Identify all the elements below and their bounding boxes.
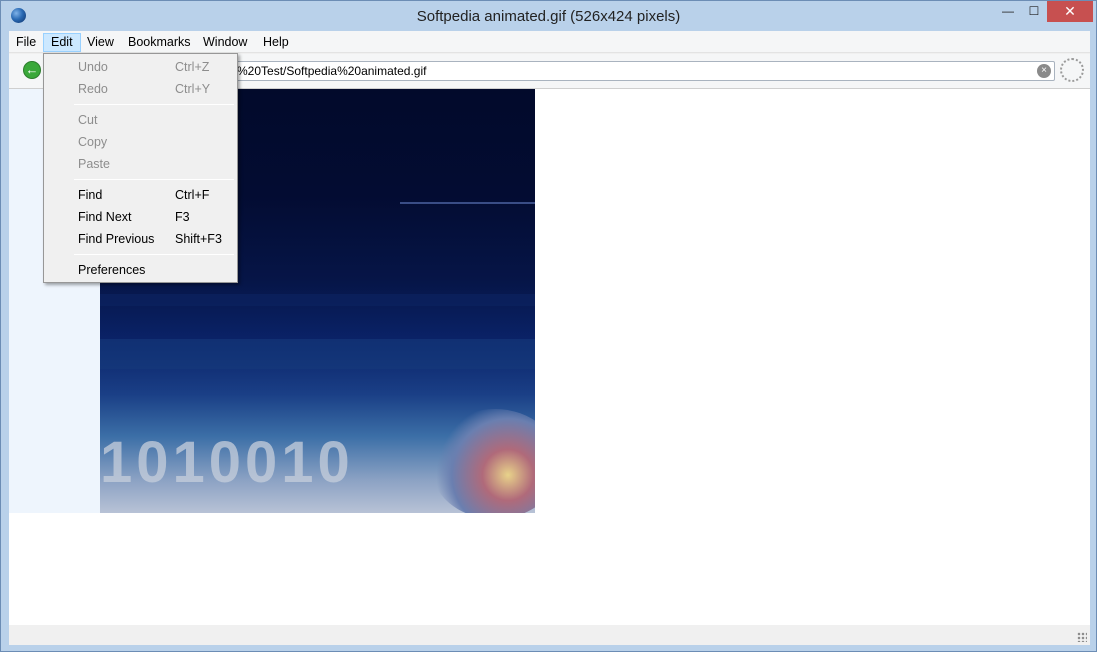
image-band	[100, 339, 535, 369]
menu-separator	[74, 179, 234, 180]
image-band	[100, 294, 535, 306]
menu-item-cut[interactable]: Cut	[44, 109, 237, 131]
menu-item-undo[interactable]: Undo Ctrl+Z	[44, 56, 237, 78]
menu-bookmarks[interactable]: Bookmarks	[121, 33, 198, 52]
menu-item-shortcut: Shift+F3	[175, 232, 222, 246]
menu-item-label: Find	[78, 188, 103, 202]
menu-item-preferences[interactable]: Preferences	[44, 259, 237, 281]
menu-item-shortcut: F3	[175, 210, 190, 224]
menu-item-shortcut: Ctrl+Z	[175, 60, 210, 74]
window-title: Softpedia animated.gif (526x424 pixels)	[416, 8, 681, 25]
back-arrow-icon[interactable]: ←	[23, 61, 41, 79]
menu-item-paste[interactable]: Paste	[44, 153, 237, 175]
menu-separator	[74, 104, 234, 105]
menu-separator	[74, 254, 234, 255]
image-binary-digits: 1010010	[100, 430, 354, 495]
menu-item-label: Cut	[78, 113, 98, 127]
menu-view[interactable]: View	[80, 33, 121, 52]
status-bar	[9, 625, 1090, 645]
address-text: %20Test/Softpedia%20animated.gif	[237, 64, 427, 78]
menu-item-label: Undo	[78, 60, 108, 74]
menu-item-find-previous[interactable]: Find Previous Shift+F3	[44, 228, 237, 250]
menu-item-shortcut: Ctrl+F	[175, 188, 210, 202]
menu-file[interactable]: File	[9, 33, 43, 52]
close-button[interactable]: ✕	[1047, 1, 1093, 22]
clear-icon[interactable]: ×	[1037, 64, 1051, 78]
resize-grip-icon[interactable]	[1077, 632, 1087, 642]
menu-help[interactable]: Help	[256, 33, 296, 52]
title-bar[interactable]: Softpedia animated.gif (526x424 pixels) …	[1, 1, 1096, 31]
loading-gear-icon[interactable]	[1060, 58, 1084, 82]
maximize-button[interactable]: ☐	[1021, 1, 1047, 22]
menu-item-find-next[interactable]: Find Next F3	[44, 206, 237, 228]
menu-window[interactable]: Window	[196, 33, 254, 52]
menu-item-label: Find Previous	[78, 232, 155, 246]
menu-item-redo[interactable]: Redo Ctrl+Y	[44, 78, 237, 100]
minimize-button[interactable]: —	[995, 1, 1021, 22]
menu-item-copy[interactable]: Copy	[44, 131, 237, 153]
menu-item-find[interactable]: Find Ctrl+F	[44, 184, 237, 206]
menu-item-label: Preferences	[78, 263, 146, 277]
menu-edit[interactable]: Edit	[43, 33, 81, 52]
image-swirl	[430, 409, 535, 513]
menu-item-label: Find Next	[78, 210, 132, 224]
menu-item-label: Copy	[78, 135, 108, 149]
menu-item-label: Redo	[78, 82, 108, 96]
menu-bar: File Edit View Bookmarks Window Help	[9, 31, 1090, 53]
menu-item-shortcut: Ctrl+Y	[175, 82, 211, 96]
edit-menu-dropdown: Undo Ctrl+Z Redo Ctrl+Y Cut Copy Paste F…	[43, 53, 238, 283]
image-streak	[400, 202, 535, 204]
menu-item-label: Paste	[78, 157, 110, 171]
app-window: Softpedia animated.gif (526x424 pixels) …	[0, 0, 1097, 652]
